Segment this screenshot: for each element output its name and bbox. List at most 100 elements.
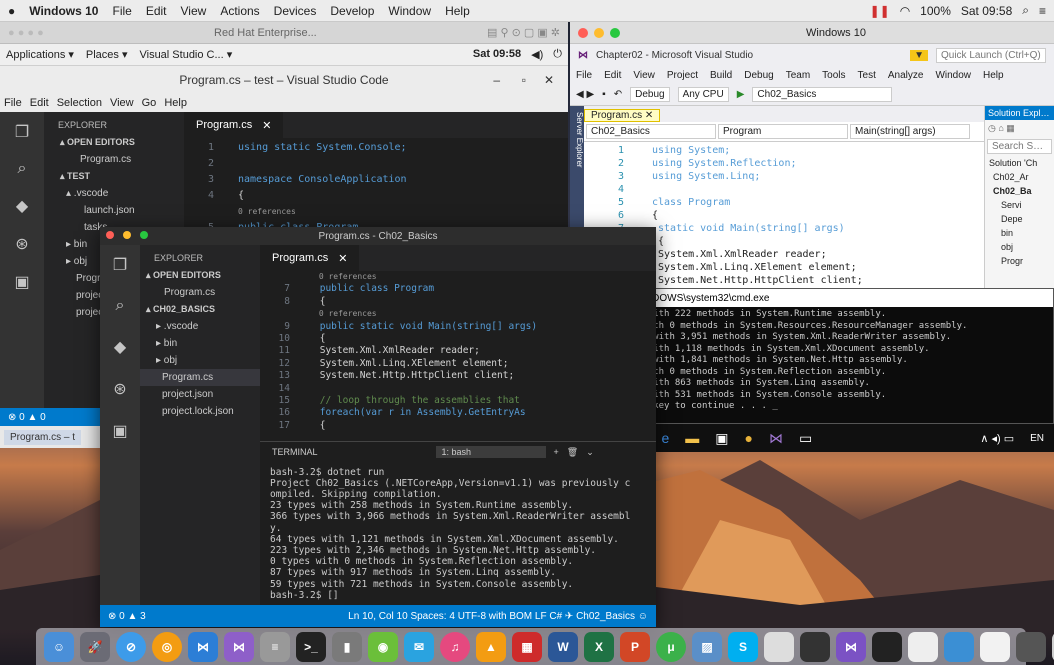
git-icon[interactable]: ◆	[16, 196, 28, 216]
menu-file[interactable]: File	[4, 97, 22, 109]
new-terminal-icon[interactable]: +	[554, 447, 559, 457]
open-editor-item[interactable]: Program.cs	[140, 284, 260, 301]
mail-icon[interactable]: ✉	[404, 631, 434, 662]
codelens[interactable]: 0 references	[184, 204, 568, 220]
document-stack-icon[interactable]	[980, 631, 1010, 662]
itunes-icon[interactable]: ♫	[440, 631, 470, 662]
menu-edit[interactable]: Edit	[146, 4, 167, 18]
menu-list-icon[interactable]: ≡	[1039, 4, 1046, 18]
debug-icon[interactable]: ⊛	[15, 234, 28, 254]
vs-menu-project[interactable]: Project	[667, 70, 698, 81]
search-icon[interactable]: ⌕	[116, 297, 125, 315]
menu-file[interactable]: File	[112, 4, 131, 18]
window-traffic-lights[interactable]: ● ● ● ●	[8, 27, 44, 39]
vs-menu-analyze[interactable]: Analyze	[888, 70, 924, 81]
menu-actions[interactable]: Actions	[220, 4, 259, 18]
minimize-button[interactable]	[122, 231, 131, 239]
test-folder[interactable]: ▴ TEST	[44, 168, 184, 185]
codelens[interactable]: 0 references	[260, 308, 656, 320]
program-file[interactable]: Program.cs	[140, 369, 260, 386]
debug-icon[interactable]: ⊛	[113, 379, 126, 399]
startup-dropdown[interactable]: Ch02_Basics	[752, 87, 893, 102]
menu-help[interactable]: Help	[445, 4, 470, 18]
codelens[interactable]: 0 references	[260, 271, 656, 283]
active-app-menu[interactable]: Visual Studio C... ▾	[139, 48, 232, 61]
zoom-button[interactable]	[139, 231, 148, 239]
project-nav-dropdown[interactable]: Ch02_Basics	[586, 124, 716, 139]
vs-menu-window[interactable]: Window	[935, 70, 971, 81]
clock[interactable]: Sat 09:58	[961, 4, 1012, 18]
solution-node[interactable]: Solution 'Ch	[985, 156, 1054, 170]
tree-item[interactable]: Depe	[985, 212, 1054, 226]
solution-toolbar-icons[interactable]: ◷ ⌂ ▦	[985, 120, 1054, 137]
preview-icon[interactable]: ▨	[692, 631, 722, 662]
vscode-icon[interactable]: ⋈	[188, 631, 218, 662]
terminal-shell-select[interactable]: 1: bash	[435, 446, 546, 459]
power-icon[interactable]: ⏻	[553, 48, 562, 61]
menu-app[interactable]: Windows 10	[29, 4, 98, 18]
config-dropdown[interactable]: Debug	[630, 87, 670, 102]
vs-menu-test[interactable]: Test	[858, 70, 876, 81]
start-icon[interactable]: ▶	[737, 89, 745, 100]
search-icon[interactable]: ⌕	[18, 160, 27, 178]
places-menu[interactable]: Places ▾	[86, 48, 128, 61]
vlc-icon[interactable]: ▲	[476, 631, 506, 662]
tray-language[interactable]: EN	[1030, 433, 1044, 444]
apple-icon[interactable]: ●	[8, 4, 15, 18]
menu-view[interactable]: View	[181, 4, 207, 18]
project-lock-file[interactable]: project.lock.json	[140, 403, 260, 420]
vs-menu-tools[interactable]: Tools	[822, 70, 845, 81]
battery-text[interactable]: 100%	[920, 4, 951, 18]
menu-devices[interactable]: Devices	[274, 4, 317, 18]
member-nav-dropdown[interactable]: Main(string[] args)	[850, 124, 970, 139]
trash-icon[interactable]: 🗑	[567, 447, 578, 458]
menu-go[interactable]: Go	[142, 97, 157, 109]
app-icon[interactable]: ▦	[512, 631, 542, 662]
pause-icon[interactable]: ❚❚	[870, 4, 890, 18]
vm-toolbar-icons[interactable]: ▤ ⚲ ⊙ ▢ ▣ ✲	[487, 26, 560, 39]
terminal-window-icon[interactable]	[872, 631, 902, 662]
nav-back-icon[interactable]: ◀ ▶	[576, 89, 594, 100]
terminal-output[interactable]: bash-3.2$ dotnet run Project Ch02_Basics…	[260, 463, 656, 605]
cmd-taskbar-icon[interactable]: ▭	[799, 430, 812, 447]
extensions-icon[interactable]: ▣	[14, 272, 29, 292]
chrome-icon[interactable]: ●	[744, 430, 752, 446]
problems-count[interactable]: ⊗ 0 ▲ 0	[8, 412, 46, 423]
finder-icon[interactable]: ☺	[44, 631, 74, 662]
launch-json-file[interactable]: launch.json	[44, 202, 184, 219]
project-node-active[interactable]: Ch02_Ba	[985, 184, 1054, 198]
messages-icon[interactable]: ◉	[368, 631, 398, 662]
close-button[interactable]: ✕	[544, 73, 554, 87]
menu-selection[interactable]: Selection	[57, 97, 102, 109]
project-node[interactable]: Ch02_Ar	[985, 170, 1054, 184]
skype-icon[interactable]: S	[728, 631, 758, 662]
vs-editor-tab[interactable]: Program.cs ✕	[584, 109, 661, 122]
launchpad-icon[interactable]: 🚀	[80, 631, 110, 662]
project-root-folder[interactable]: ▴ CH02_BASICS	[140, 301, 260, 318]
vs-preview-icon[interactable]: ⋈	[836, 631, 866, 662]
document-thumbnail-icon[interactable]	[908, 631, 938, 662]
taskbar-vscode-item[interactable]: Program.cs – t	[4, 429, 82, 445]
edge-icon[interactable]: e	[661, 430, 669, 446]
obj-folder[interactable]: ▸ obj	[140, 352, 260, 369]
store-icon[interactable]: ▣	[715, 430, 728, 447]
word-icon[interactable]: W	[548, 631, 578, 662]
parallels-icon[interactable]: ▮	[332, 631, 362, 662]
vs-menu-view[interactable]: View	[633, 70, 655, 81]
editor-tab[interactable]: Program.cs ✕	[260, 245, 360, 271]
maximize-button[interactable]: ▫	[522, 73, 526, 87]
tree-item[interactable]: bin	[985, 226, 1054, 240]
status-right[interactable]: Ln 10, Col 10 Spaces: 4 UTF-8 with BOM L…	[348, 611, 648, 622]
vs-menu-build[interactable]: Build	[710, 70, 732, 81]
tree-item[interactable]: obj	[985, 240, 1054, 254]
volume-icon[interactable]: ◀)	[531, 48, 543, 61]
git-icon[interactable]: ◆	[114, 337, 126, 357]
tray-icons[interactable]: ∧ ◂) ▭	[980, 432, 1014, 445]
vs-menu-team[interactable]: Team	[786, 70, 810, 81]
menu-view[interactable]: View	[110, 97, 134, 109]
vscode-folder[interactable]: ▴ .vscode	[44, 185, 184, 202]
vs-menu-file[interactable]: File	[576, 70, 592, 81]
menu-window[interactable]: Window	[388, 4, 431, 18]
editor-tab[interactable]: Program.cs ✕	[184, 112, 284, 138]
disk-utility-icon[interactable]: ≡	[260, 631, 290, 662]
